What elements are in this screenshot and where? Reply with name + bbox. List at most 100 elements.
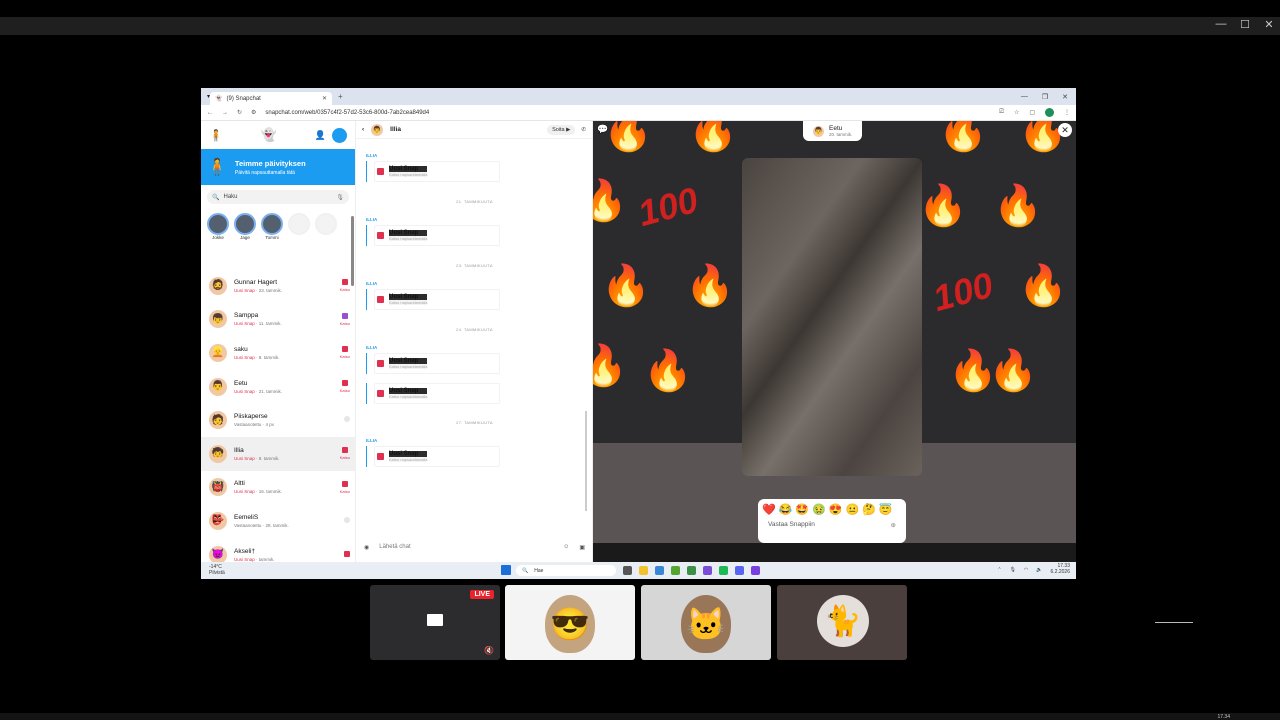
browser-menu-icon[interactable]: ⋮ (1064, 109, 1070, 116)
wifi-icon[interactable]: ◠ (1024, 567, 1028, 573)
chat-list-item[interactable]: 👺 EemeliS Vastaanotettu · 28. tammik. (201, 504, 356, 538)
reaction-emoji-button[interactable]: 😂 (779, 503, 793, 516)
taskbar-search[interactable]: 🔍 Hae (516, 565, 616, 576)
new-tab-icon[interactable]: + (338, 92, 343, 101)
close-icon[interactable]: ✕ (1262, 18, 1276, 31)
chat-scrollbar[interactable] (585, 411, 587, 511)
phone-icon[interactable]: ✆ (581, 127, 586, 133)
call-button[interactable]: Soita ▶ (547, 124, 576, 135)
close-viewer-icon[interactable]: ✕ (1058, 123, 1072, 137)
story-item[interactable]: Tommi (261, 213, 283, 240)
snap-message[interactable]: Uusi Snap Katso napsauttamalla (366, 353, 500, 374)
participant-tile[interactable]: 🐱 (641, 585, 771, 660)
bitmoji-icon[interactable]: 🧍 (209, 129, 223, 142)
camera-icon[interactable]: ◉ (364, 544, 369, 551)
start-icon[interactable] (501, 565, 511, 575)
chat-list-item[interactable]: 👦 Samppa Uusi Snap · 11. tammik. Katso (201, 303, 356, 337)
discord-icon[interactable] (735, 566, 744, 575)
reaction-emoji-button[interactable]: 🤢 (812, 503, 826, 516)
update-banner[interactable]: 🧍 Teimme päivityksen Päivitä napsauttama… (201, 149, 355, 185)
back-arrow-icon[interactable]: ‹ (362, 126, 364, 133)
app-icon[interactable] (703, 566, 712, 575)
snap-message[interactable]: Uusi Snap Katso napsauttamalla (366, 289, 500, 310)
reaction-emoji-button[interactable]: 😐 (846, 503, 860, 516)
profile-avatar[interactable] (1045, 108, 1054, 117)
volume-icon[interactable]: 🔈 (1036, 567, 1042, 573)
mic-icon[interactable]: 🎙 (336, 194, 344, 201)
conversation-header: ‹ 👨 Illia Soita ▶ ✆ (356, 121, 592, 139)
forward-icon[interactable]: → (222, 110, 228, 116)
reply-input[interactable]: Vastaa Snappiin (768, 521, 815, 529)
view-snap-link[interactable]: Katso (340, 354, 350, 359)
story-item[interactable]: Jokke (207, 213, 229, 240)
reload-icon[interactable]: ↻ (237, 109, 242, 116)
spotify-icon[interactable] (719, 566, 728, 575)
avatar[interactable]: 👨 (813, 125, 824, 137)
store-icon[interactable] (655, 566, 664, 575)
tray-chevron-icon[interactable]: ⌃ (997, 567, 1001, 573)
chat-list-item[interactable]: 👱 saku Uusi Snap · 8. tammik. Katso (201, 336, 356, 370)
sidebar-scrollbar[interactable] (351, 216, 354, 286)
view-snap-link[interactable]: Katso (340, 489, 350, 494)
snap-status-icon (344, 550, 350, 557)
view-snap-link[interactable]: Katso (340, 287, 350, 292)
bookmark-star-icon[interactable]: ☆ (1014, 109, 1019, 116)
reaction-emoji-button[interactable]: ❤️ (762, 503, 776, 516)
extensions-icon[interactable]: ▢ (1029, 109, 1035, 116)
chrome-icon[interactable] (687, 566, 696, 575)
site-info-icon[interactable]: ⚙ (251, 109, 256, 116)
fire-emoji: 🔥 (593, 344, 628, 388)
snap-message[interactable]: Uusi Snap Katso napsauttamalla (366, 161, 500, 182)
clock[interactable]: 17.33 6.2.2026 (1051, 563, 1070, 575)
mic-icon[interactable]: 🎙 (1010, 567, 1016, 573)
emoji-icon[interactable]: ☺ (563, 544, 569, 550)
chat-bubble-icon[interactable]: 💬 (597, 124, 608, 135)
app-icon[interactable] (751, 566, 760, 575)
sticker-icon[interactable]: ▣ (579, 544, 585, 551)
task-view-icon[interactable] (623, 566, 632, 575)
reaction-emoji-button[interactable]: 😍 (829, 503, 843, 516)
chat-input[interactable]: Lähetä chat (379, 544, 553, 550)
view-snap-link[interactable]: Katso (340, 455, 350, 460)
avatar[interactable]: 👨 (371, 123, 384, 136)
snap-message[interactable]: Uusi Snap Katso napsauttamalla (366, 446, 500, 467)
snap-message[interactable]: Uusi Snap Katso napsauttamalla (366, 383, 500, 404)
snap-photo[interactable] (742, 158, 922, 476)
url-field[interactable]: snapchat.com/web/0357c4f2-57d2-53c6-800d… (265, 110, 429, 116)
add-friend-icon[interactable]: 👤 (315, 130, 326, 141)
chat-list-item[interactable]: 🧑 Piiskaperse Vastaanotettu · 4 pv (201, 403, 356, 437)
snap-message[interactable]: Uusi Snap Katso napsauttamalla (366, 225, 500, 246)
reply-sticker-icon[interactable]: ⊕ (891, 521, 896, 529)
maximize-icon[interactable]: ☐ (1238, 18, 1252, 31)
reaction-emoji-button[interactable]: 🤩 (795, 503, 809, 516)
reaction-emoji-button[interactable]: 🤔 (862, 503, 876, 516)
minimize-icon[interactable]: — (1214, 18, 1228, 31)
search-input[interactable]: Haku (223, 194, 237, 200)
file-explorer-icon[interactable] (639, 566, 648, 575)
install-icon[interactable]: ⎚ (999, 109, 1004, 116)
participant-tile[interactable]: 😎 (505, 585, 635, 660)
weather-widget[interactable]: -14°C Pilvistä (201, 564, 225, 576)
screen-share-tile[interactable]: LIVE 🔇 (370, 585, 500, 660)
browser-restore-icon[interactable]: ❐ (1042, 93, 1048, 101)
chat-list-item[interactable]: 🧔 Gunnar Hagert Uusi Snap · 23. tammik. … (201, 269, 356, 303)
story-item[interactable]: Jage (234, 213, 256, 240)
reaction-emoji-button[interactable]: 😇 (879, 503, 893, 516)
browser-close-icon[interactable]: ✕ (1062, 93, 1068, 101)
snap-status-icon (341, 447, 348, 454)
participant-tile[interactable]: 🐈 (777, 585, 907, 660)
tab-close-icon[interactable]: ✕ (322, 95, 327, 102)
new-chat-button[interactable] (331, 127, 347, 143)
browser-minimize-icon[interactable]: — (1021, 93, 1028, 101)
snapchat-ghost-icon[interactable]: 👻 (261, 127, 277, 143)
chat-list-item[interactable]: 👹 Altti Uusi Snap · 16. tammik. Katso (201, 471, 356, 505)
app-icon[interactable] (671, 566, 680, 575)
back-icon[interactable]: ← (207, 110, 213, 116)
browser-tab-snapchat[interactable]: 👻 (9) Snapchat ✕ (210, 92, 333, 105)
search-field[interactable]: 🔍 Haku 🎙 (207, 190, 349, 204)
fire-emoji: 🔥 (988, 349, 1038, 393)
chat-list-item[interactable]: 🧒 Illia Uusi Snap · 9. tammik. Katso (201, 436, 356, 471)
view-snap-link[interactable]: Katso (340, 321, 350, 326)
chat-list-item[interactable]: 👨 Eetu Uusi Snap · 21. tammik. Katso (201, 370, 356, 404)
view-snap-link[interactable]: Katso (340, 388, 350, 393)
